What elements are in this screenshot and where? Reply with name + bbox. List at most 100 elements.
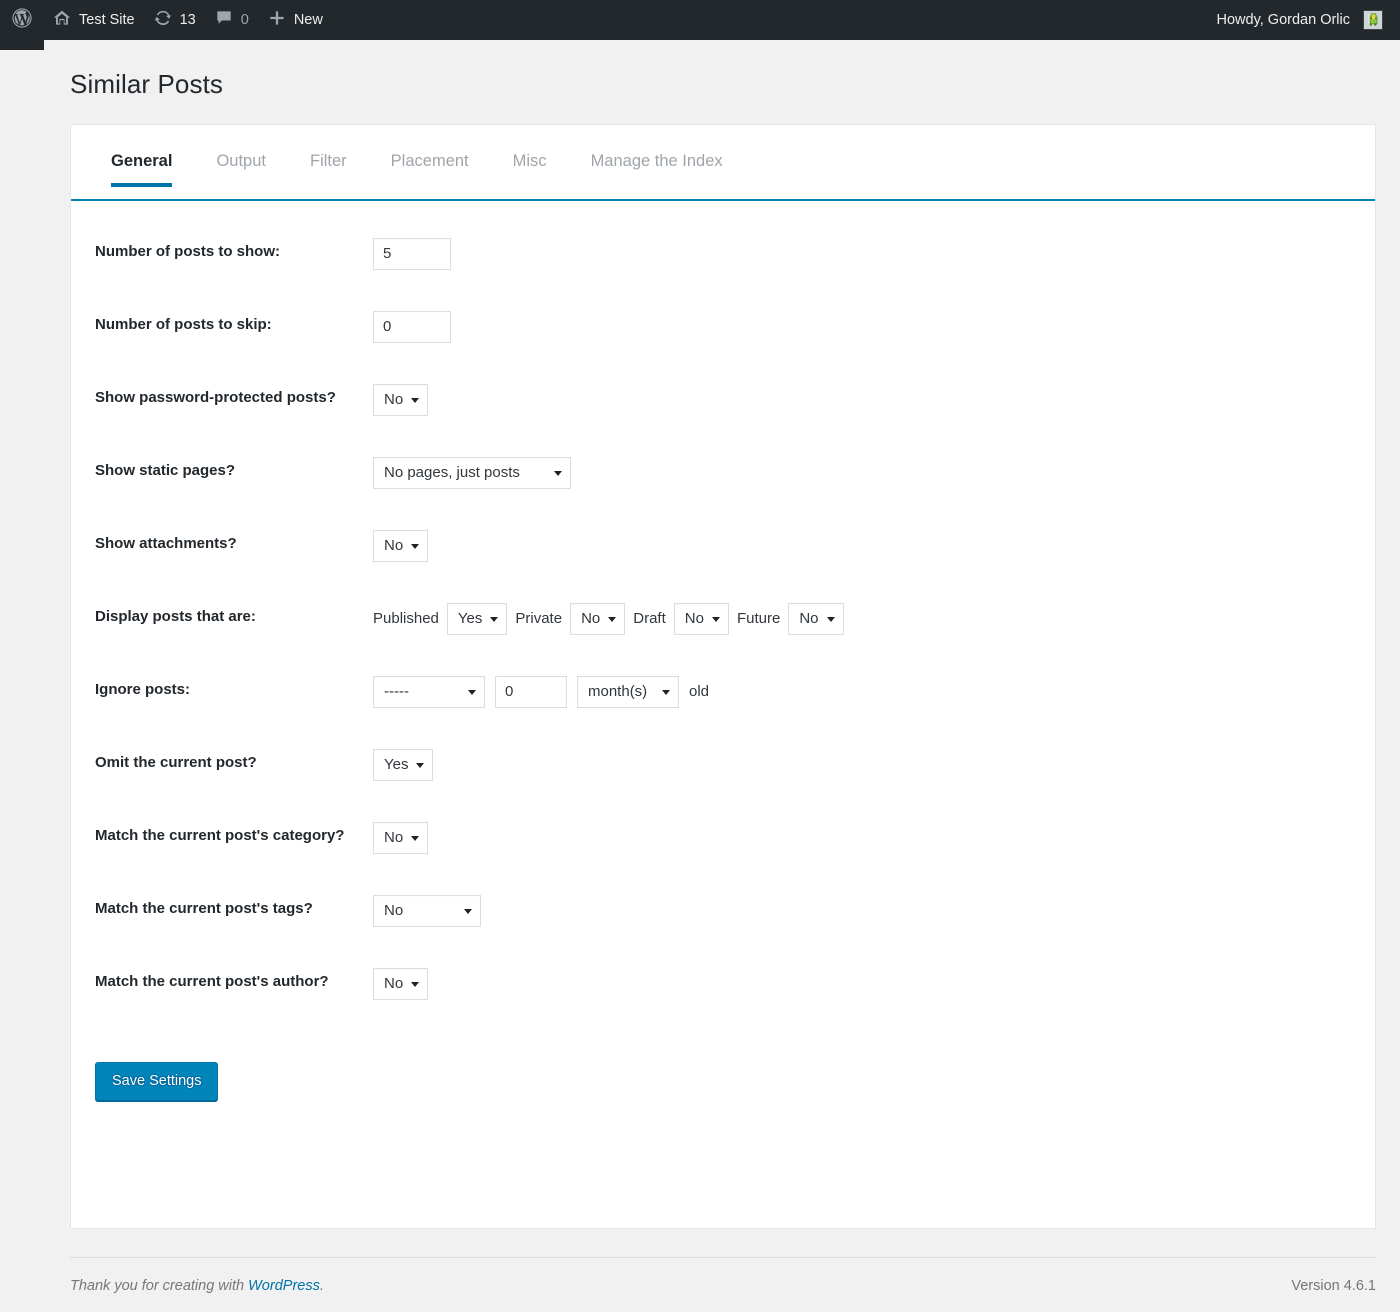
omit-current-post-value: Yes — [384, 756, 408, 773]
row-omit-current-post: Omit the current post? Yes — [95, 748, 1375, 821]
comments-menu[interactable]: 0 — [205, 0, 258, 40]
field-attachments: No — [373, 529, 428, 563]
field-static-pages: No pages, just posts — [373, 456, 571, 490]
footer-thanks: Thank you for creating with WordPress. — [70, 1278, 324, 1294]
save-settings-button[interactable]: Save Settings — [95, 1062, 218, 1102]
field-posts-to-skip — [373, 310, 451, 344]
chevron-down-icon — [411, 836, 419, 841]
label-omit-current-post: Omit the current post? — [95, 748, 373, 775]
match-author-value: No — [384, 975, 403, 992]
row-attachments: Show attachments? No — [95, 529, 1375, 602]
new-content-menu[interactable]: New — [258, 0, 332, 40]
label-match-tags: Match the current post's tags? — [95, 894, 373, 921]
password-protected-value: No — [384, 391, 403, 408]
chevron-down-icon — [712, 617, 720, 622]
posts-to-show-input[interactable] — [373, 238, 451, 270]
private-value: No — [581, 610, 600, 627]
tab-bar: General Output Filter Placement Misc Man… — [71, 125, 1375, 201]
row-match-category: Match the current post's category? No — [95, 821, 1375, 894]
published-value: Yes — [458, 610, 482, 627]
label-ignore-posts: Ignore posts: — [95, 675, 373, 702]
wordpress-logo-icon — [11, 7, 33, 33]
ignore-posts-comparator-select[interactable]: ----- — [373, 676, 485, 708]
label-match-category: Match the current post's category? — [95, 821, 373, 848]
future-select[interactable]: No — [788, 603, 843, 635]
attachments-select[interactable]: No — [373, 530, 428, 562]
label-match-author: Match the current post's author? — [95, 967, 373, 994]
posts-to-skip-input[interactable] — [373, 311, 451, 343]
home-icon — [52, 8, 72, 32]
row-match-tags: Match the current post's tags? No — [95, 894, 1375, 967]
admin-bar-right: Howdy, Gordan Orlic — [1208, 0, 1400, 40]
chevron-down-icon — [416, 763, 424, 768]
private-label: Private — [507, 610, 570, 627]
chevron-down-icon — [464, 909, 472, 914]
my-account-menu[interactable]: Howdy, Gordan Orlic — [1208, 0, 1393, 40]
draft-select[interactable]: No — [674, 603, 729, 635]
tab-output[interactable]: Output — [194, 153, 288, 186]
field-display-status: Published Yes Private No Draft No — [373, 602, 844, 636]
match-author-select[interactable]: No — [373, 968, 428, 1000]
row-static-pages: Show static pages? No pages, just posts — [95, 456, 1375, 529]
chevron-down-icon — [554, 471, 562, 476]
avatar — [1363, 10, 1383, 30]
wordpress-link[interactable]: WordPress — [248, 1278, 320, 1294]
row-posts-to-show: Number of posts to show: — [95, 237, 1375, 310]
new-content-label: New — [294, 13, 323, 28]
updates-count: 13 — [180, 13, 196, 28]
private-select[interactable]: No — [570, 603, 625, 635]
site-name-menu[interactable]: Test Site — [43, 0, 144, 40]
tab-filter[interactable]: Filter — [288, 153, 369, 186]
field-password-protected: No — [373, 383, 428, 417]
draft-label: Draft — [625, 610, 674, 627]
label-static-pages: Show static pages? — [95, 456, 373, 483]
field-posts-to-show — [373, 237, 451, 271]
tab-general[interactable]: General — [97, 153, 194, 186]
update-icon — [153, 8, 173, 32]
future-value: No — [799, 610, 818, 627]
admin-bar: Test Site 13 0 New — [0, 0, 1400, 40]
chevron-down-icon — [411, 544, 419, 549]
field-match-author: No — [373, 967, 428, 1001]
label-posts-to-show: Number of posts to show: — [95, 237, 373, 264]
tab-placement[interactable]: Placement — [369, 153, 491, 186]
match-category-select[interactable]: No — [373, 822, 428, 854]
label-posts-to-skip: Number of posts to skip: — [95, 310, 373, 337]
row-display-status: Display posts that are: Published Yes Pr… — [95, 602, 1375, 675]
attachments-value: No — [384, 537, 403, 554]
ignore-posts-unit-select[interactable]: month(s) — [577, 676, 679, 708]
match-tags-value: No — [384, 902, 403, 919]
admin-bar-left: Test Site 13 0 New — [0, 0, 332, 40]
settings-panel: General Output Filter Placement Misc Man… — [70, 124, 1376, 1229]
password-protected-select[interactable]: No — [373, 384, 428, 416]
save-settings-area: Save Settings — [95, 1040, 1375, 1102]
plus-icon — [267, 8, 287, 32]
published-label: Published — [373, 610, 447, 627]
static-pages-select[interactable]: No pages, just posts — [373, 457, 571, 489]
chevron-down-icon — [468, 690, 476, 695]
page-wrap: Similar Posts General Output Filter Plac… — [0, 40, 1400, 1229]
published-select[interactable]: Yes — [447, 603, 507, 635]
wordpress-logo-menu[interactable] — [0, 0, 43, 40]
tab-manage-the-index[interactable]: Manage the Index — [569, 153, 745, 186]
row-posts-to-skip: Number of posts to skip: — [95, 310, 1375, 383]
chevron-down-icon — [662, 690, 670, 695]
updates-menu[interactable]: 13 — [144, 0, 205, 40]
ignore-posts-comparator-value: ----- — [384, 683, 409, 700]
ignore-posts-suffix: old — [679, 683, 709, 700]
chevron-down-icon — [490, 617, 498, 622]
ignore-posts-amount-input[interactable] — [495, 676, 567, 708]
omit-current-post-select[interactable]: Yes — [373, 749, 433, 781]
admin-footer: Thank you for creating with WordPress. V… — [70, 1257, 1376, 1312]
match-category-value: No — [384, 829, 403, 846]
comment-bubble-icon — [214, 8, 234, 32]
match-tags-select[interactable]: No — [373, 895, 481, 927]
site-name-label: Test Site — [79, 13, 135, 28]
tab-misc[interactable]: Misc — [491, 153, 569, 186]
footer-thanks-suffix: . — [320, 1278, 324, 1294]
field-ignore-posts: ----- month(s) old — [373, 675, 709, 709]
future-label: Future — [729, 610, 788, 627]
comments-count: 0 — [241, 13, 249, 28]
row-ignore-posts: Ignore posts: ----- month(s) old — [95, 675, 1375, 748]
label-display-status: Display posts that are: — [95, 602, 373, 629]
